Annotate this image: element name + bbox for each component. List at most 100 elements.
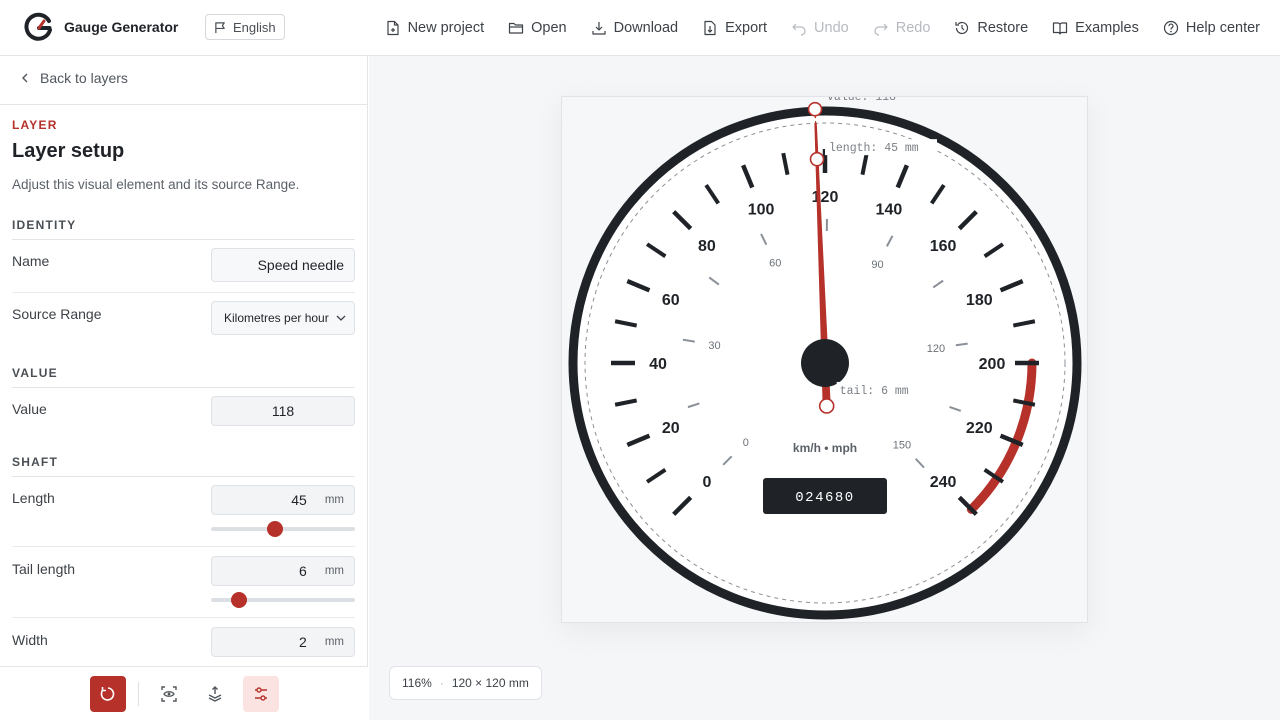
tail-length-label: Tail length [12, 561, 76, 577]
length-slider-handle[interactable] [267, 521, 284, 537]
layers-upload-button[interactable] [197, 676, 233, 712]
value-label: Value [12, 401, 47, 417]
odometer-value: 024680 [795, 490, 854, 506]
mph-tick-label: 150 [893, 439, 911, 451]
restore-label: Restore [977, 20, 1029, 36]
zoom-separator: · [439, 676, 444, 690]
tail-length-slider[interactable] [211, 592, 355, 608]
sliders-icon [254, 686, 267, 701]
kmh-tick-label: 0 [702, 474, 711, 491]
mph-tick-label: 120 [927, 343, 945, 355]
value-input[interactable]: 118 [211, 396, 355, 426]
top-actions: New project Open Download Export Undo Re… [385, 0, 1260, 56]
gauge-preview[interactable]: 0 20 40 60 80 100 120 140 160 180 200 220 240 0 30 60 90… [562, 91, 1089, 624]
length-unit: mm [324, 494, 344, 506]
redo-icon [874, 23, 888, 36]
kmh-tick-label: 100 [748, 202, 775, 219]
top-bar: Gauge Generator English New project Open… [0, 0, 1280, 56]
preview-button[interactable] [151, 676, 187, 712]
source-range-value: Kilometres per hour [224, 311, 329, 325]
reset-button[interactable] [89, 675, 126, 712]
chevron-down-icon [336, 315, 346, 321]
kmh-tick-label: 160 [930, 238, 957, 255]
name-label: Name [12, 253, 50, 269]
panel-eyebrow: LAYER [12, 118, 58, 132]
open-button[interactable]: Open [508, 20, 567, 36]
export-file-icon [704, 20, 716, 36]
panel-description: Adjust this visual element and its sourc… [12, 177, 300, 192]
mph-tick-label: 0 [743, 437, 749, 449]
tail-length-input[interactable]: 6 mm [211, 556, 355, 586]
length-handle[interactable] [809, 151, 825, 167]
help-center-button[interactable]: Help center [1163, 20, 1260, 36]
eye-scan-icon [160, 685, 177, 702]
flag-icon [215, 21, 225, 33]
width-value: 2 [299, 634, 307, 650]
source-range-select[interactable]: Kilometres per hour [211, 301, 355, 335]
divider [137, 681, 139, 706]
export-button[interactable]: Export [702, 20, 767, 36]
language-button[interactable]: English [205, 14, 285, 40]
download-button[interactable]: Download [591, 20, 679, 36]
new-project-button[interactable]: New project [385, 20, 485, 36]
length-slider[interactable] [211, 521, 355, 537]
download-label: Download [613, 20, 679, 36]
divider [12, 546, 355, 547]
folder-icon [509, 22, 524, 34]
zoom-indicator[interactable]: 116% · 120 × 120 mm [389, 666, 542, 700]
kmh-tick-label: 180 [966, 292, 993, 309]
mph-tick-label: 90 [871, 259, 883, 271]
panel-title: Layer setup [12, 140, 125, 162]
examples-button[interactable]: Examples [1052, 20, 1139, 36]
download-icon [592, 22, 606, 35]
length-value: 45 [291, 492, 307, 508]
brand[interactable]: Gauge Generator [24, 12, 178, 42]
language-label: English [233, 19, 276, 35]
canvas-area: 0 20 40 60 80 100 120 140 160 180 200 220 240 0 30 60 90… [369, 56, 1280, 720]
tail-handle[interactable] [818, 398, 835, 414]
reset-icon [100, 686, 114, 701]
app-name: Gauge Generator [64, 19, 179, 35]
kmh-tick-label: 220 [966, 420, 993, 437]
name-input[interactable]: Speed needle [211, 248, 355, 282]
needle-hub [801, 339, 849, 387]
divider [12, 292, 355, 293]
divider [12, 476, 355, 477]
section-identity: IDENTITY [12, 218, 77, 232]
book-icon [1053, 22, 1068, 35]
examples-label: Examples [1075, 20, 1139, 36]
width-input[interactable]: 2 mm [211, 627, 355, 657]
source-range-label: Source Range [12, 306, 102, 322]
back-to-layers-link[interactable]: Back to layers [20, 70, 128, 86]
units-label: km/h • mph [793, 441, 857, 455]
value-handle[interactable] [807, 101, 823, 117]
kmh-tick-label: 140 [876, 202, 903, 219]
undo-label: Undo [814, 20, 849, 36]
section-value: VALUE [12, 366, 58, 380]
undo-button[interactable]: Undo [791, 20, 849, 36]
new-file-icon [386, 20, 399, 36]
divider [0, 104, 367, 105]
mph-tick-label: 30 [708, 340, 720, 352]
back-label: Back to layers [40, 70, 128, 86]
canvas-size: 120 × 120 mm [451, 676, 529, 690]
help-center-label: Help center [1185, 20, 1260, 36]
tail-length-slider-handle[interactable] [231, 592, 248, 608]
redo-button[interactable]: Redo [873, 20, 931, 36]
layer-setup-panel: Back to layers LAYER Layer setup Adjust … [0, 56, 368, 720]
history-icon [955, 21, 969, 35]
help-circle-icon [1163, 20, 1178, 36]
kmh-tick-label: 80 [698, 238, 716, 255]
divider [12, 239, 355, 240]
divider [12, 617, 355, 618]
kmh-tick-label: 20 [662, 420, 680, 437]
length-input[interactable]: 45 mm [211, 485, 355, 515]
settings-sliders-button[interactable] [242, 675, 279, 712]
restore-button[interactable]: Restore [954, 20, 1028, 36]
tail-length-unit: mm [324, 565, 344, 577]
length-label: Length [12, 490, 55, 506]
length-annotation: length: 45 mm [829, 142, 919, 155]
redo-label: Redo [895, 20, 931, 36]
chevron-left-icon [22, 73, 28, 83]
new-project-label: New project [407, 20, 485, 36]
